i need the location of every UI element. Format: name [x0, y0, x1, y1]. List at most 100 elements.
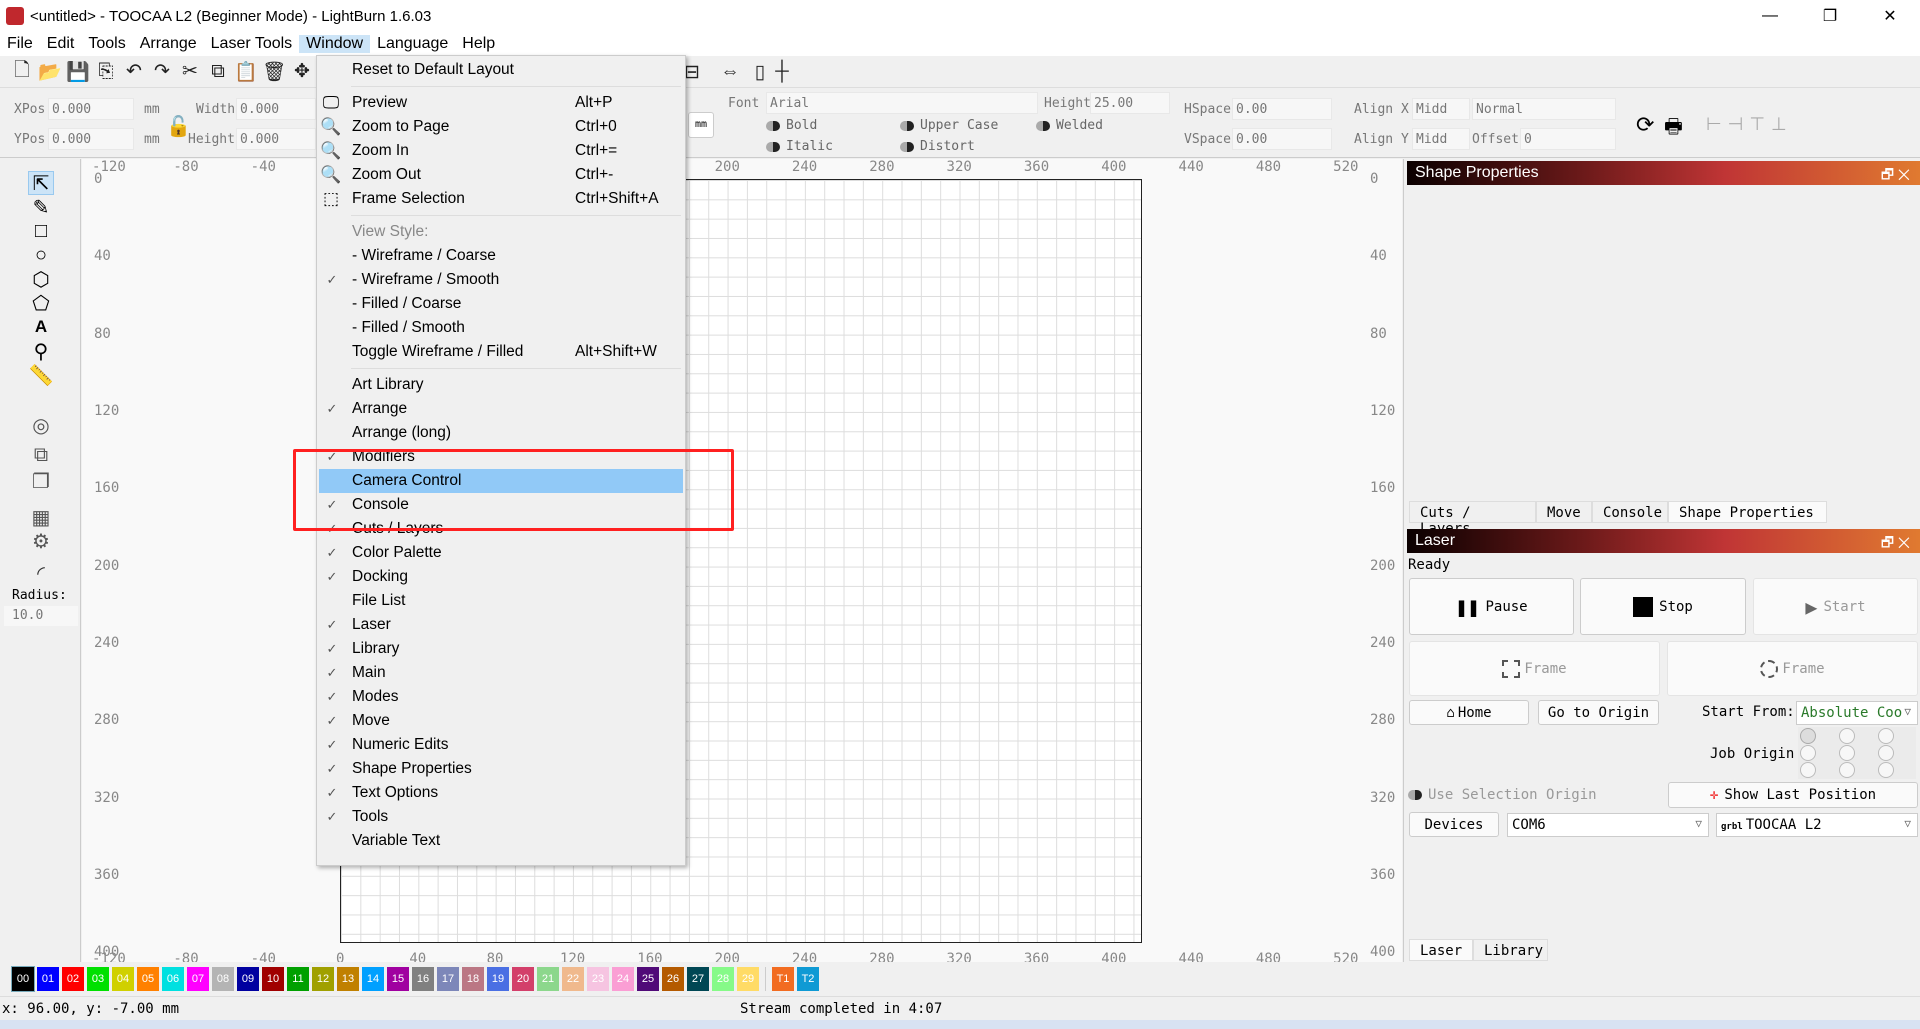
- text-mode-select[interactable]: Normal: [1472, 98, 1616, 120]
- palette-color-14[interactable]: 14: [362, 967, 384, 991]
- redo-icon[interactable]: ↷: [150, 60, 174, 84]
- menu-item[interactable]: ✓ Tools: [317, 805, 685, 829]
- close-button[interactable]: ✕: [1860, 0, 1920, 32]
- palette-color-13[interactable]: 13: [337, 967, 359, 991]
- restore-button[interactable]: ❐: [1800, 0, 1860, 32]
- palette-color-22[interactable]: 22: [562, 967, 584, 991]
- job-origin-radio[interactable]: [1839, 728, 1855, 744]
- vspace-input[interactable]: 0.00: [1232, 128, 1332, 150]
- palette-color-17[interactable]: 17: [437, 967, 459, 991]
- offset-shapes-icon[interactable]: ◎: [28, 413, 54, 437]
- text-height-input[interactable]: 25.00: [1090, 92, 1170, 114]
- use-selection-origin-toggle[interactable]: Use Selection Origin: [1408, 787, 1597, 803]
- palette-color-29[interactable]: 29: [737, 967, 759, 991]
- height-input[interactable]: 0.000: [236, 128, 316, 150]
- menu-help[interactable]: Help: [455, 35, 502, 53]
- palette-color-12[interactable]: 12: [312, 967, 334, 991]
- offset-input[interactable]: 0: [1520, 128, 1616, 150]
- menu-item[interactable]: Art Library: [317, 373, 685, 397]
- menu-window[interactable]: Window: [299, 35, 371, 53]
- palette-color-09[interactable]: 09: [237, 967, 259, 991]
- position-pin-icon[interactable]: ⚲: [28, 339, 54, 363]
- center-icon[interactable]: ┼: [770, 60, 794, 84]
- distribute-icon[interactable]: ⇔: [718, 60, 742, 84]
- menu-item[interactable]: ✓ Main: [317, 661, 685, 685]
- draw-lines-icon[interactable]: ✎: [28, 195, 54, 219]
- new-file-icon[interactable]: 🗋: [10, 60, 34, 84]
- palette-color-28[interactable]: 28: [712, 967, 734, 991]
- menu-item[interactable]: ✓ Laser: [317, 613, 685, 637]
- home-button[interactable]: ⌂ Home: [1409, 700, 1529, 725]
- palette-color-18[interactable]: 18: [462, 967, 484, 991]
- boolean-union-icon[interactable]: ⧉: [28, 443, 54, 467]
- menu-item[interactable]: ✓ Modes: [317, 685, 685, 709]
- minimize-button[interactable]: —: [1740, 0, 1800, 32]
- design-canvas[interactable]: -120-120-80-80-40-4000404080801201201601…: [82, 159, 1402, 962]
- menu-item[interactable]: Variable Text: [317, 829, 685, 853]
- palette-color-15[interactable]: 15: [387, 967, 409, 991]
- job-origin-radio[interactable]: [1839, 745, 1855, 761]
- job-origin-radio[interactable]: [1878, 745, 1894, 761]
- menu-laser-tools[interactable]: Laser Tools: [204, 35, 300, 53]
- job-origin-radio[interactable]: [1800, 745, 1816, 761]
- import-icon[interactable]: ⎘: [94, 60, 118, 84]
- rectangle-icon[interactable]: □: [28, 219, 54, 243]
- menu-item[interactable]: Reset to Default Layout: [317, 58, 685, 82]
- grid-array-icon[interactable]: ▦: [28, 505, 54, 529]
- pentagon-icon[interactable]: ⬠: [28, 291, 54, 315]
- text-tool-icon[interactable]: A: [28, 315, 54, 339]
- palette-color-03[interactable]: 03: [87, 967, 109, 991]
- save-icon[interactable]: 💾: [66, 60, 90, 84]
- palette-color-04[interactable]: 04: [112, 967, 134, 991]
- palette-color-19[interactable]: 19: [487, 967, 509, 991]
- menu-item[interactable]: 🖵 Preview Alt+P: [317, 91, 685, 115]
- frame-button[interactable]: Frame: [1409, 641, 1660, 696]
- hspace-input[interactable]: 0.00: [1232, 98, 1332, 120]
- dock-tab[interactable]: Console: [1592, 501, 1668, 523]
- menu-item[interactable]: ✓ Library: [317, 637, 685, 661]
- palette-color-23[interactable]: 23: [587, 967, 609, 991]
- palette-color-27[interactable]: 27: [687, 967, 709, 991]
- pause-button[interactable]: ❚❚ Pause: [1409, 578, 1574, 635]
- frame-circle-button[interactable]: Frame: [1667, 641, 1918, 696]
- font-select[interactable]: Arial: [766, 92, 1038, 114]
- menu-language[interactable]: Language: [370, 35, 455, 53]
- menu-item[interactable]: ✓ Docking: [317, 565, 685, 589]
- menu-item[interactable]: 🔍 Zoom Out Ctrl+-: [317, 163, 685, 187]
- stop-button[interactable]: Stop: [1580, 578, 1746, 635]
- xpos-input[interactable]: 0.000: [48, 98, 134, 120]
- menu-tools[interactable]: Tools: [81, 35, 132, 53]
- undo-icon[interactable]: ↶: [122, 60, 146, 84]
- job-origin-radio[interactable]: [1878, 728, 1894, 744]
- upper-case-toggle[interactable]: Upper Case: [900, 118, 998, 133]
- start-button[interactable]: ▶ Start: [1753, 578, 1918, 635]
- menu-item[interactable]: ✓ Arrange: [317, 397, 685, 421]
- menu-item[interactable]: 🔍 Zoom In Ctrl+=: [317, 139, 685, 163]
- menu-item[interactable]: ✓ Numeric Edits: [317, 733, 685, 757]
- italic-toggle[interactable]: Italic: [766, 139, 833, 154]
- start-from-select[interactable]: Absolute Coo ▽: [1796, 701, 1918, 725]
- delete-icon[interactable]: 🗑: [262, 60, 286, 84]
- menu-item[interactable]: ✓ Shape Properties: [317, 757, 685, 781]
- open-folder-icon[interactable]: 📂: [38, 60, 62, 84]
- cut-icon[interactable]: ✂: [178, 60, 202, 84]
- device-select[interactable]: grbl TOOCAA L2 ▽: [1716, 813, 1918, 837]
- palette-color-16[interactable]: 16: [412, 967, 434, 991]
- palette-color-26[interactable]: 26: [662, 967, 684, 991]
- menu-item[interactable]: - Wireframe / Coarse: [317, 244, 685, 268]
- polygon-icon[interactable]: ⬡: [28, 267, 54, 291]
- move-icon[interactable]: ✥: [290, 60, 314, 84]
- align-x-select[interactable]: Midd: [1412, 98, 1470, 120]
- menu-edit[interactable]: Edit: [40, 35, 82, 53]
- units-button[interactable]: mm: [688, 112, 714, 138]
- job-origin-radio[interactable]: [1800, 728, 1816, 744]
- palette-color-02[interactable]: 02: [62, 967, 84, 991]
- palette-color-01[interactable]: 01: [37, 967, 59, 991]
- menu-item[interactable]: ✓ - Wireframe / Smooth: [317, 268, 685, 292]
- boolean-icon[interactable]: ❐: [28, 469, 54, 493]
- paste-icon[interactable]: 📋: [234, 60, 258, 84]
- dock-tab[interactable]: Cuts / Layers: [1409, 501, 1536, 537]
- print-cut-icon[interactable]: 🖶: [1664, 112, 1683, 146]
- dock-tab[interactable]: Move: [1536, 501, 1592, 523]
- flip-icon[interactable]: ▯: [748, 60, 772, 84]
